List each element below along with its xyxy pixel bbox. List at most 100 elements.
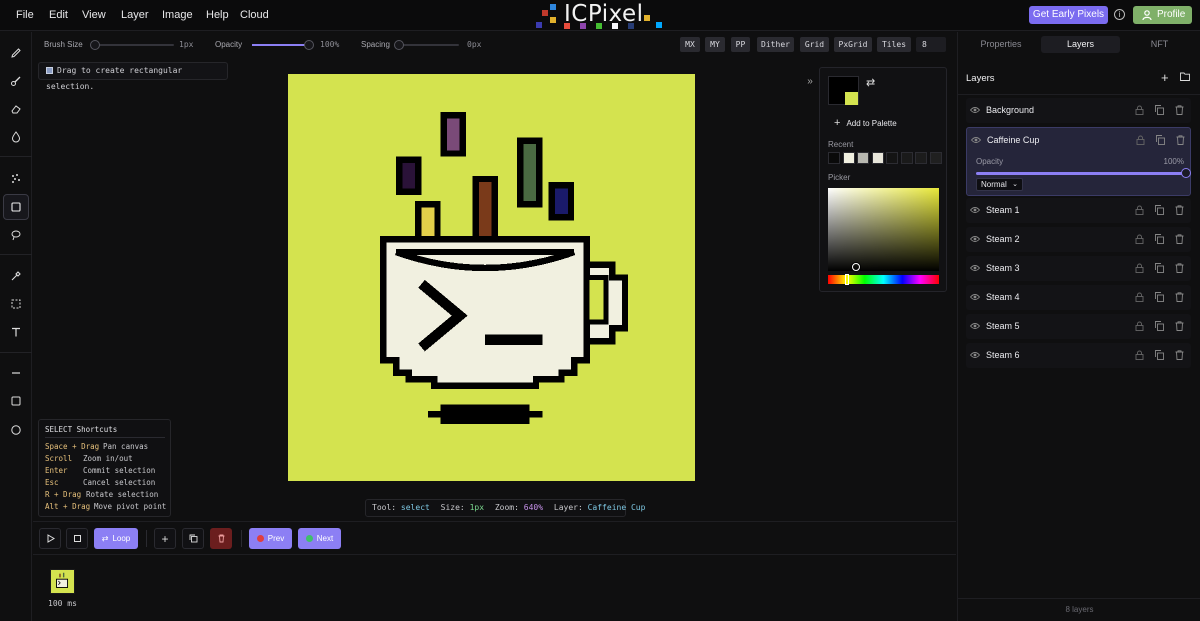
lock-icon[interactable] <box>1135 263 1144 273</box>
trash-icon[interactable] <box>1175 321 1184 331</box>
recent-color-swatch[interactable] <box>929 152 942 164</box>
dither-toggle[interactable]: Dither <box>757 37 794 52</box>
add-layer-button[interactable]: + <box>1161 70 1169 85</box>
trash-icon[interactable] <box>1176 135 1185 145</box>
layer-row[interactable]: Steam 2 <box>966 227 1191 252</box>
lock-icon[interactable] <box>1135 105 1144 115</box>
spacing-knob[interactable] <box>394 40 404 50</box>
duplicate-icon[interactable] <box>1155 263 1164 273</box>
info-icon[interactable]: i <box>1114 9 1125 20</box>
duplicate-icon[interactable] <box>1155 205 1164 215</box>
recent-color-swatch[interactable] <box>857 152 869 164</box>
recent-color-swatch[interactable] <box>828 152 840 164</box>
next-frame-button[interactable]: Next <box>298 528 341 549</box>
opacity-knob[interactable] <box>304 40 314 50</box>
sv-knob[interactable] <box>852 263 860 271</box>
play-button[interactable] <box>39 528 61 549</box>
layer-row[interactable]: Steam 4 <box>966 285 1191 310</box>
blend-mode-select[interactable]: Normal ⌄ <box>976 178 1023 191</box>
opacity-slider[interactable] <box>252 40 314 50</box>
swap-icon[interactable]: ⇄ <box>866 76 875 89</box>
menu-file[interactable]: File <box>16 9 34 21</box>
recent-color-swatch[interactable] <box>900 152 913 164</box>
eye-icon[interactable] <box>970 235 980 243</box>
trash-icon[interactable] <box>1175 205 1184 215</box>
eraser-tool[interactable] <box>3 96 29 122</box>
collapse-panel-button[interactable]: » <box>803 74 817 90</box>
trash-icon[interactable] <box>1175 350 1184 360</box>
tab-nft[interactable]: NFT <box>1122 36 1197 53</box>
add-to-palette-button[interactable]: + Add to Palette <box>834 117 897 129</box>
duplicate-icon[interactable] <box>1155 350 1164 360</box>
hue-slider[interactable] <box>828 274 939 285</box>
spray-tool[interactable] <box>3 166 29 192</box>
recent-color-swatch[interactable] <box>886 152 898 164</box>
eye-icon[interactable] <box>970 293 980 301</box>
recent-color-swatch[interactable] <box>842 152 855 164</box>
fill-tool[interactable] <box>3 124 29 150</box>
lock-icon[interactable] <box>1136 135 1145 145</box>
tab-layers[interactable]: Layers <box>1041 36 1120 53</box>
duplicate-icon[interactable] <box>1155 292 1164 302</box>
spacing-slider[interactable] <box>394 40 459 50</box>
tile-count-input[interactable]: 8 <box>916 37 946 52</box>
stop-button[interactable] <box>66 528 88 549</box>
trash-icon[interactable] <box>1175 234 1184 244</box>
eye-icon[interactable] <box>970 264 980 272</box>
mirror-x-toggle[interactable]: MX <box>680 37 700 52</box>
eye-icon[interactable] <box>970 351 980 359</box>
lock-icon[interactable] <box>1135 321 1144 331</box>
saturation-value-picker[interactable] <box>828 188 939 271</box>
pixel-perfect-toggle[interactable]: PP <box>731 37 750 52</box>
menu-help[interactable]: Help <box>206 9 229 21</box>
brush-size-slider[interactable] <box>90 40 174 50</box>
layer-opacity-slider[interactable] <box>976 168 1191 178</box>
layer-row[interactable]: Steam 6 <box>966 343 1191 368</box>
circle-tool[interactable] <box>3 417 29 443</box>
duplicate-icon[interactable] <box>1155 234 1164 244</box>
recent-color-swatch[interactable] <box>871 152 884 164</box>
pencil-tool[interactable] <box>3 40 29 66</box>
layer-row[interactable]: Background <box>966 98 1191 123</box>
layer-row[interactable]: Steam 5 <box>966 314 1191 339</box>
trash-icon[interactable] <box>1175 105 1184 115</box>
layer-row[interactable]: Caffeine Cup Opacity 100% Normal ⌄ <box>966 127 1191 196</box>
menu-view[interactable]: View <box>82 9 106 21</box>
lock-icon[interactable] <box>1135 205 1144 215</box>
layer-opacity-knob[interactable] <box>1181 168 1191 178</box>
line-tool[interactable] <box>3 360 29 386</box>
delete-frame-button[interactable] <box>210 528 232 549</box>
duplicate-icon[interactable] <box>1156 135 1165 145</box>
layer-row[interactable]: Steam 1 <box>966 198 1191 223</box>
eye-icon[interactable] <box>970 106 980 114</box>
drawing-canvas[interactable] <box>288 74 695 481</box>
menu-cloud[interactable]: Cloud <box>240 9 269 21</box>
menu-edit[interactable]: Edit <box>49 9 68 21</box>
select-rect-tool[interactable] <box>3 194 29 220</box>
rectangle-tool[interactable] <box>3 388 29 414</box>
menu-layer[interactable]: Layer <box>121 9 149 21</box>
duplicate-icon[interactable] <box>1155 321 1164 331</box>
text-tool[interactable] <box>3 319 29 345</box>
profile-button[interactable]: Profile <box>1133 6 1192 24</box>
duplicate-frame-button[interactable] <box>182 528 204 549</box>
loop-button[interactable]: ⇄ Loop <box>94 528 138 549</box>
brush-tool[interactable] <box>3 68 29 94</box>
marquee-tool[interactable] <box>3 291 29 317</box>
secondary-color-swatch[interactable] <box>845 92 858 105</box>
tab-properties[interactable]: Properties <box>962 36 1040 53</box>
eye-icon[interactable] <box>970 206 980 214</box>
lock-icon[interactable] <box>1135 234 1144 244</box>
frame-thumbnail[interactable] <box>50 569 75 594</box>
eye-icon[interactable] <box>971 136 981 144</box>
eyedropper-tool[interactable] <box>3 263 29 289</box>
mirror-y-toggle[interactable]: MY <box>705 37 725 52</box>
add-frame-button[interactable]: + <box>154 528 176 549</box>
get-early-pixels-button[interactable]: Get Early Pixels <box>1029 6 1108 24</box>
hue-knob[interactable] <box>845 274 849 285</box>
pixel-grid-toggle[interactable]: PxGrid <box>834 37 872 52</box>
recent-color-swatch[interactable] <box>915 152 927 164</box>
menu-image[interactable]: Image <box>162 9 193 21</box>
duplicate-icon[interactable] <box>1155 105 1164 115</box>
trash-icon[interactable] <box>1175 292 1184 302</box>
